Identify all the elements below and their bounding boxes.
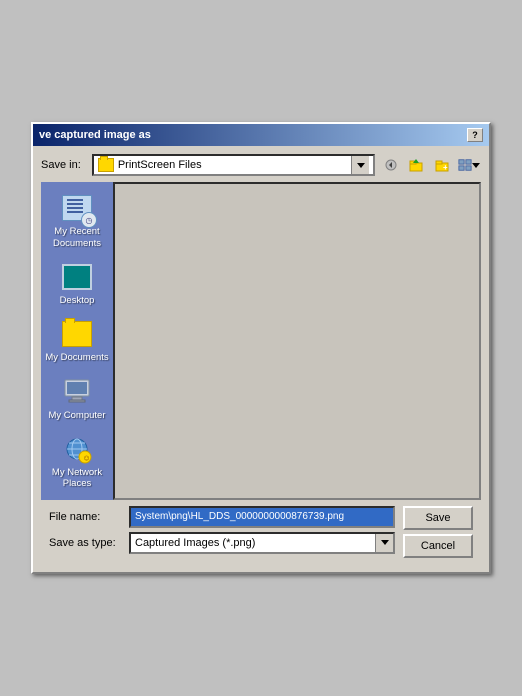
documents-icon bbox=[61, 318, 93, 350]
help-button[interactable]: ? bbox=[467, 128, 483, 142]
title-bar-right: ? bbox=[467, 128, 483, 142]
svg-text:☺: ☺ bbox=[83, 454, 91, 463]
new-folder-icon: + bbox=[435, 158, 451, 172]
savetype-label: Save as type: bbox=[49, 537, 129, 549]
filename-input[interactable]: System\png\HL_DDS_0000000000876739.png bbox=[129, 506, 395, 528]
file-browser[interactable] bbox=[113, 182, 481, 500]
back-button[interactable] bbox=[379, 154, 403, 176]
dialog-content: Save in: PrintScreen Files bbox=[33, 146, 489, 572]
savetype-dropdown-arrow[interactable] bbox=[375, 534, 393, 552]
sidebar-item-computer[interactable]: My Computer bbox=[41, 370, 113, 427]
save-button[interactable]: Save bbox=[403, 506, 473, 530]
network-icon: ☺ bbox=[61, 433, 93, 465]
save-in-folder-name: PrintScreen Files bbox=[118, 159, 347, 171]
up-folder-button[interactable] bbox=[405, 154, 429, 176]
desktop-monitor-icon bbox=[62, 264, 92, 290]
savetype-row: Save as type: Captured Images (*.png) bbox=[49, 532, 395, 554]
svg-text:+: + bbox=[443, 163, 448, 172]
savetype-arrow-icon bbox=[381, 540, 389, 545]
title-bar-left: ve captured image as bbox=[39, 129, 151, 141]
filename-row: File name: System\png\HL_DDS_00000000008… bbox=[49, 506, 395, 528]
sidebar-desktop-label: Desktop bbox=[60, 295, 95, 306]
bottom-fields: File name: System\png\HL_DDS_00000000008… bbox=[49, 506, 473, 558]
recent-icon: ◷ bbox=[61, 192, 93, 224]
computer-svg-icon bbox=[61, 376, 93, 408]
new-folder-button[interactable]: + bbox=[431, 154, 455, 176]
sidebar: ◷ My RecentDocuments Desktop My Doc bbox=[41, 182, 113, 500]
up-folder-icon bbox=[409, 158, 425, 172]
views-dropdown-icon bbox=[472, 163, 480, 168]
filename-label: File name: bbox=[49, 511, 129, 523]
cancel-button[interactable]: Cancel bbox=[403, 534, 473, 558]
clock-icon: ◷ bbox=[81, 212, 97, 228]
documents-folder-icon bbox=[62, 321, 92, 347]
sidebar-item-documents[interactable]: My Documents bbox=[41, 312, 113, 369]
dialog-title: ve captured image as bbox=[39, 129, 151, 141]
toolbar-buttons: + bbox=[379, 154, 481, 176]
sidebar-documents-label: My Documents bbox=[45, 352, 108, 363]
main-area: ◷ My RecentDocuments Desktop My Doc bbox=[41, 182, 481, 500]
computer-icon bbox=[61, 376, 93, 408]
sidebar-computer-label: My Computer bbox=[48, 410, 105, 421]
sidebar-item-desktop[interactable]: Desktop bbox=[41, 255, 113, 312]
folder-icon bbox=[98, 158, 114, 172]
arrow-down-icon bbox=[357, 163, 365, 168]
view-button[interactable] bbox=[457, 154, 481, 176]
save-dialog: ve captured image as ? Save in: PrintScr… bbox=[31, 122, 491, 574]
desktop-icon bbox=[61, 261, 93, 293]
toolbar-row: Save in: PrintScreen Files bbox=[41, 154, 481, 176]
sidebar-network-label: My NetworkPlaces bbox=[52, 467, 102, 490]
network-svg-icon: ☺ bbox=[61, 433, 93, 465]
sidebar-recent-label: My RecentDocuments bbox=[53, 226, 101, 249]
views-icon bbox=[458, 158, 472, 172]
action-buttons: Save Cancel bbox=[403, 506, 473, 558]
sidebar-item-recent[interactable]: ◷ My RecentDocuments bbox=[41, 186, 113, 255]
bottom-area: File name: System\png\HL_DDS_00000000008… bbox=[41, 500, 481, 564]
savetype-value: Captured Images (*.png) bbox=[135, 537, 389, 549]
back-icon bbox=[384, 159, 398, 171]
save-in-dropdown-arrow[interactable] bbox=[351, 154, 369, 176]
save-in-label: Save in: bbox=[41, 159, 81, 171]
sidebar-item-network[interactable]: ☺ My NetworkPlaces bbox=[41, 427, 113, 496]
savetype-combo[interactable]: Captured Images (*.png) bbox=[129, 532, 395, 554]
fields-column: File name: System\png\HL_DDS_00000000008… bbox=[49, 506, 395, 558]
filename-value: System\png\HL_DDS_0000000000876739.png bbox=[135, 511, 344, 522]
title-bar: ve captured image as ? bbox=[33, 124, 489, 146]
save-in-combo[interactable]: PrintScreen Files bbox=[92, 154, 375, 176]
